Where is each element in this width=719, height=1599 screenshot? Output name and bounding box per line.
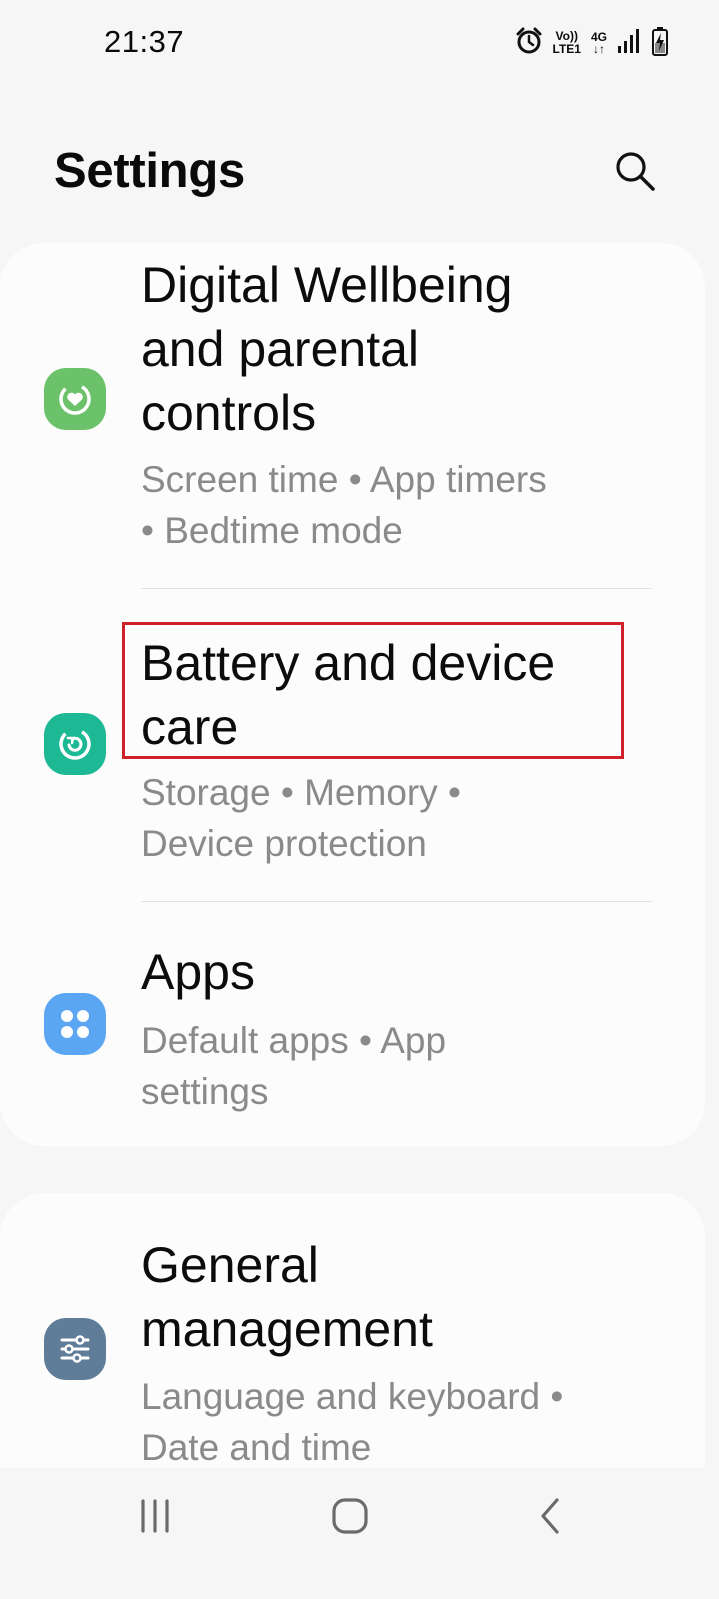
item-subtitle-line: Language and keyboard • [141,1376,564,1417]
alarm-icon [515,27,543,60]
highlight-box [122,622,624,759]
volte-bottom-text: LTE1 [552,42,581,56]
apps-icon [44,993,106,1055]
settings-item-digital-wellbeing[interactable]: Digital Wellbeing and parental controls … [0,243,705,588]
battery-charging-icon [651,26,669,61]
item-title: General management [141,1233,661,1361]
general-management-icon [44,1318,106,1380]
device-care-icon [44,713,106,775]
home-icon [330,1496,370,1541]
settings-item-apps[interactable]: Apps Default apps • App settings [0,902,705,1146]
recents-icon [137,1498,173,1539]
back-icon [535,1496,565,1541]
volte-indicator: Vo)) LTE1 [553,30,581,56]
item-subtitle: Storage • Memory • Device protection [141,767,661,869]
item-title-line: controls [141,385,317,441]
item-title: Apps [141,940,661,1004]
item-subtitle-line: Device protection [141,823,427,864]
item-subtitle-line: Screen time • App timers [141,459,547,500]
item-title-line: Apps [141,944,255,1000]
item-subtitle-line: • Bedtime mode [141,510,403,551]
item-subtitle-line: Storage • Memory • [141,772,461,813]
navigation-bar [0,1468,719,1599]
page-title: Settings [54,144,245,198]
item-subtitle: Language and keyboard • Date and time [141,1371,661,1473]
home-button[interactable] [315,1468,385,1568]
item-subtitle-line: Date and time [141,1427,372,1468]
item-subtitle-line: Default apps • App [141,1020,447,1061]
search-icon [613,149,657,198]
item-subtitle-line: settings [141,1071,269,1112]
settings-screen: 21:37 Vo)) LTE1 4G ↓↑ Settings Digital W… [0,0,719,1599]
search-button[interactable] [610,148,660,198]
status-time: 21:37 [104,24,185,59]
signal-icon [617,28,641,59]
status-icons: Vo)) LTE1 4G ↓↑ [515,26,669,60]
digital-wellbeing-icon [44,368,106,430]
item-subtitle: Default apps • App settings [141,1015,661,1117]
item-title: Digital Wellbeing and parental controls [141,253,661,445]
back-button[interactable] [515,1468,585,1568]
item-title-line: Digital Wellbeing [141,257,513,313]
status-bar: 21:37 Vo)) LTE1 4G ↓↑ [0,0,719,88]
item-title-line: management [141,1301,433,1357]
item-title-line: and parental [141,321,420,377]
item-title-line: General [141,1237,319,1293]
recents-button[interactable] [120,1468,190,1568]
item-subtitle: Screen time • App timers • Bedtime mode [141,454,661,556]
network-arrows-text: ↓↑ [592,42,605,56]
network-type-indicator: 4G ↓↑ [591,31,607,55]
